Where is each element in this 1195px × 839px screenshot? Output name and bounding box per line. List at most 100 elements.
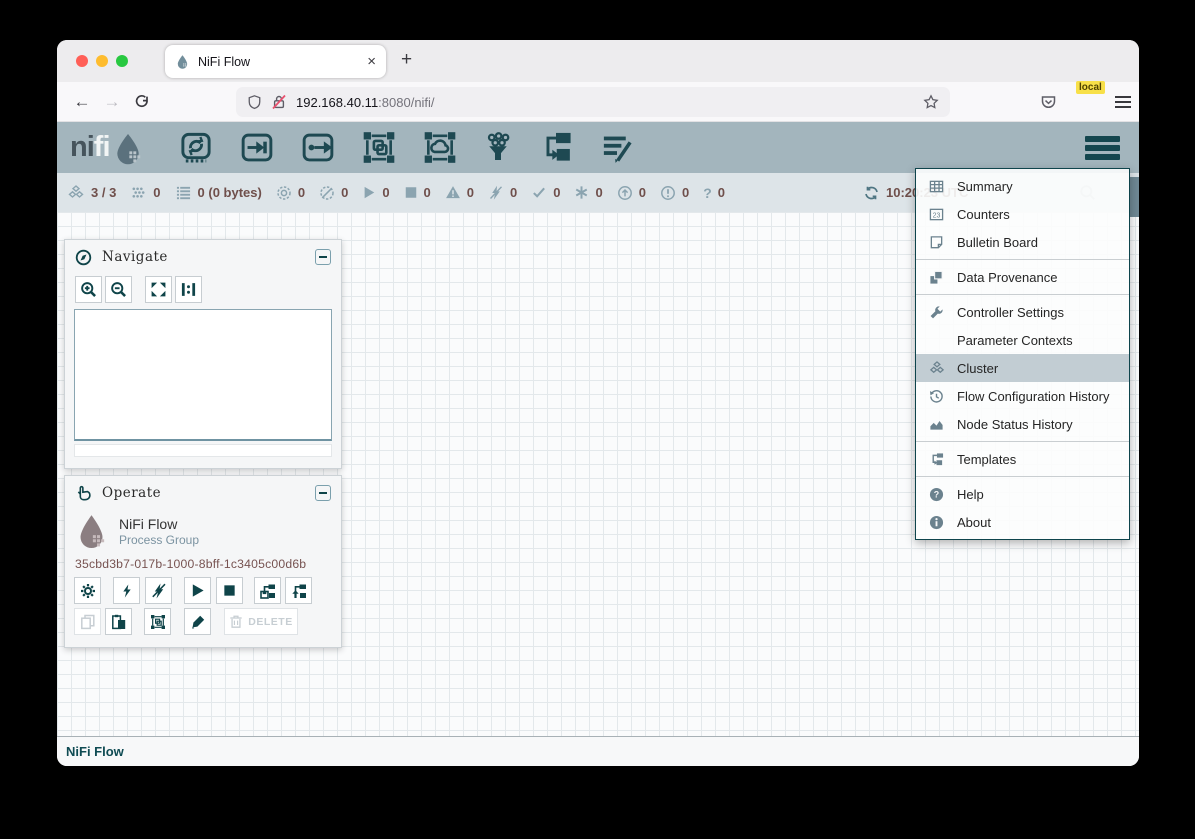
not-transmitting-icon bbox=[319, 185, 335, 201]
global-menu-button[interactable] bbox=[1085, 133, 1120, 163]
start-button[interactable] bbox=[184, 577, 211, 604]
back-button[interactable]: ← bbox=[67, 92, 97, 112]
process-group-drop-icon bbox=[75, 513, 108, 549]
about-icon bbox=[928, 515, 945, 530]
operate-component-id: 35cbd3b7-017b-1000-8bff-1c3405c00d6b bbox=[65, 549, 341, 573]
menu-item-summary[interactable]: Summary bbox=[916, 172, 1129, 200]
paste-button[interactable] bbox=[105, 608, 132, 635]
operate-panel: Operate NiFi Flow Process Group 35cbd3b7… bbox=[64, 475, 342, 648]
menu-item-node-status-history[interactable]: Node Status History bbox=[916, 410, 1129, 438]
disable-button[interactable] bbox=[145, 577, 172, 604]
operate-header: Operate bbox=[65, 476, 341, 510]
process-group-component-icon[interactable] bbox=[361, 130, 397, 165]
bulletin-board-icon bbox=[928, 235, 945, 250]
menu-item-flow-configuration-history[interactable]: Flow Configuration History bbox=[916, 382, 1129, 410]
delete-label: DELETE bbox=[248, 616, 292, 628]
reload-button[interactable] bbox=[127, 94, 157, 110]
status-invalid: 0 bbox=[445, 185, 474, 200]
stop-button[interactable] bbox=[216, 577, 243, 604]
zoom-fit-button[interactable] bbox=[145, 276, 172, 303]
input-port-component-icon[interactable] bbox=[239, 130, 275, 165]
processor-component-icon[interactable] bbox=[178, 130, 214, 165]
profile-avatar[interactable]: local bbox=[1074, 90, 1098, 114]
counters-icon: 23 bbox=[928, 207, 945, 222]
navigate-collapse-button[interactable] bbox=[315, 249, 331, 265]
enable-button[interactable] bbox=[113, 577, 140, 604]
birdseye-minimap[interactable] bbox=[74, 309, 332, 441]
fill-color-button[interactable] bbox=[184, 608, 211, 635]
nifi-logo: nifi bbox=[70, 131, 144, 165]
forward-button[interactable]: → bbox=[97, 92, 127, 112]
menu-item-data-provenance[interactable]: Data Provenance bbox=[916, 263, 1129, 291]
create-template-button[interactable] bbox=[254, 577, 281, 604]
navigate-buttons bbox=[65, 274, 341, 303]
minimize-window-button[interactable] bbox=[96, 55, 108, 67]
remote-process-group-component-icon[interactable] bbox=[422, 130, 458, 165]
status-running: 0 bbox=[362, 185, 389, 200]
status-sync-failure: ? 0 bbox=[703, 185, 725, 201]
operate-title: Operate bbox=[102, 485, 161, 501]
menu-item-parameter-contexts[interactable]: Parameter Contexts bbox=[916, 326, 1129, 354]
output-port-component-icon[interactable] bbox=[300, 130, 336, 165]
titlebar: NiFi Flow × + bbox=[57, 40, 1139, 82]
url-bar[interactable]: 192.168.40.11:8080/nifi/ bbox=[236, 87, 950, 117]
refresh-icon[interactable] bbox=[863, 185, 880, 201]
operate-buttons-row-1 bbox=[65, 573, 341, 604]
data-provenance-icon bbox=[928, 270, 945, 285]
tab-title: NiFi Flow bbox=[198, 55, 359, 69]
bookmark-star-icon[interactable] bbox=[923, 94, 939, 110]
menu-item-controller-settings[interactable]: Controller Settings bbox=[916, 298, 1129, 326]
tab-close-icon[interactable]: × bbox=[367, 54, 376, 69]
operate-collapse-button[interactable] bbox=[315, 485, 331, 501]
check-icon bbox=[531, 185, 547, 200]
browser-tab[interactable]: NiFi Flow × bbox=[165, 45, 386, 78]
menu-item-templates[interactable]: Templates bbox=[916, 445, 1129, 473]
menu-item-cluster[interactable]: Cluster bbox=[916, 354, 1129, 382]
label-component-icon[interactable] bbox=[599, 130, 635, 165]
threads-icon bbox=[130, 185, 147, 200]
arrow-up-circle-icon bbox=[617, 185, 633, 201]
configuration-button[interactable] bbox=[74, 577, 101, 604]
zoom-in-button[interactable] bbox=[75, 276, 102, 303]
menu-item-about[interactable]: About bbox=[916, 508, 1129, 536]
operate-component-info: NiFi Flow Process Group bbox=[65, 510, 341, 549]
url-text[interactable]: 192.168.40.11:8080/nifi/ bbox=[296, 95, 435, 110]
zoom-actual-size-button[interactable] bbox=[175, 276, 202, 303]
queued-list-icon bbox=[175, 185, 192, 200]
trash-icon bbox=[229, 614, 243, 629]
status-queued: 0 (0 bytes) bbox=[175, 185, 262, 200]
group-button[interactable] bbox=[144, 608, 171, 635]
firefox-menu-icon[interactable] bbox=[1115, 93, 1131, 111]
cluster-icon bbox=[67, 185, 85, 201]
browser-window: NiFi Flow × + ← → 192.168.40.11:8080/nif… bbox=[57, 40, 1139, 766]
pocket-icon[interactable] bbox=[1040, 94, 1057, 110]
nifi-drop-logo-icon bbox=[112, 131, 144, 165]
menu-item-bulletin-board[interactable]: Bulletin Board bbox=[916, 228, 1129, 256]
status-stale: 0 bbox=[617, 185, 646, 201]
funnel-component-icon[interactable] bbox=[483, 130, 513, 165]
navbar-right-controls: local bbox=[1040, 90, 1131, 114]
copy-button[interactable] bbox=[74, 608, 101, 635]
menu-divider bbox=[916, 476, 1129, 477]
menu-item-help[interactable]: ? Help bbox=[916, 480, 1129, 508]
compass-icon bbox=[75, 249, 92, 266]
transmitting-icon bbox=[276, 185, 292, 201]
zoom-window-button[interactable] bbox=[116, 55, 128, 67]
breadcrumb[interactable]: NiFi Flow bbox=[66, 744, 124, 759]
menu-item-counters[interactable]: 23 Counters bbox=[916, 200, 1129, 228]
close-window-button[interactable] bbox=[76, 55, 88, 67]
insecure-lock-icon[interactable] bbox=[271, 94, 287, 110]
upload-template-button[interactable] bbox=[285, 577, 312, 604]
new-tab-button[interactable]: + bbox=[401, 50, 412, 69]
node-status-history-icon bbox=[928, 417, 945, 432]
delete-button[interactable]: DELETE bbox=[224, 608, 298, 635]
tab-favicon-nifi-drop-icon bbox=[175, 54, 190, 69]
status-locally-modified-and-stale: 0 bbox=[660, 185, 689, 201]
operate-component-name: NiFi Flow bbox=[119, 516, 199, 532]
question-mark-icon: ? bbox=[703, 185, 712, 201]
shield-icon[interactable] bbox=[247, 94, 262, 110]
svg-text:?: ? bbox=[934, 489, 939, 499]
zoom-out-button[interactable] bbox=[105, 276, 132, 303]
menu-divider bbox=[916, 294, 1129, 295]
template-component-icon[interactable] bbox=[538, 130, 574, 165]
